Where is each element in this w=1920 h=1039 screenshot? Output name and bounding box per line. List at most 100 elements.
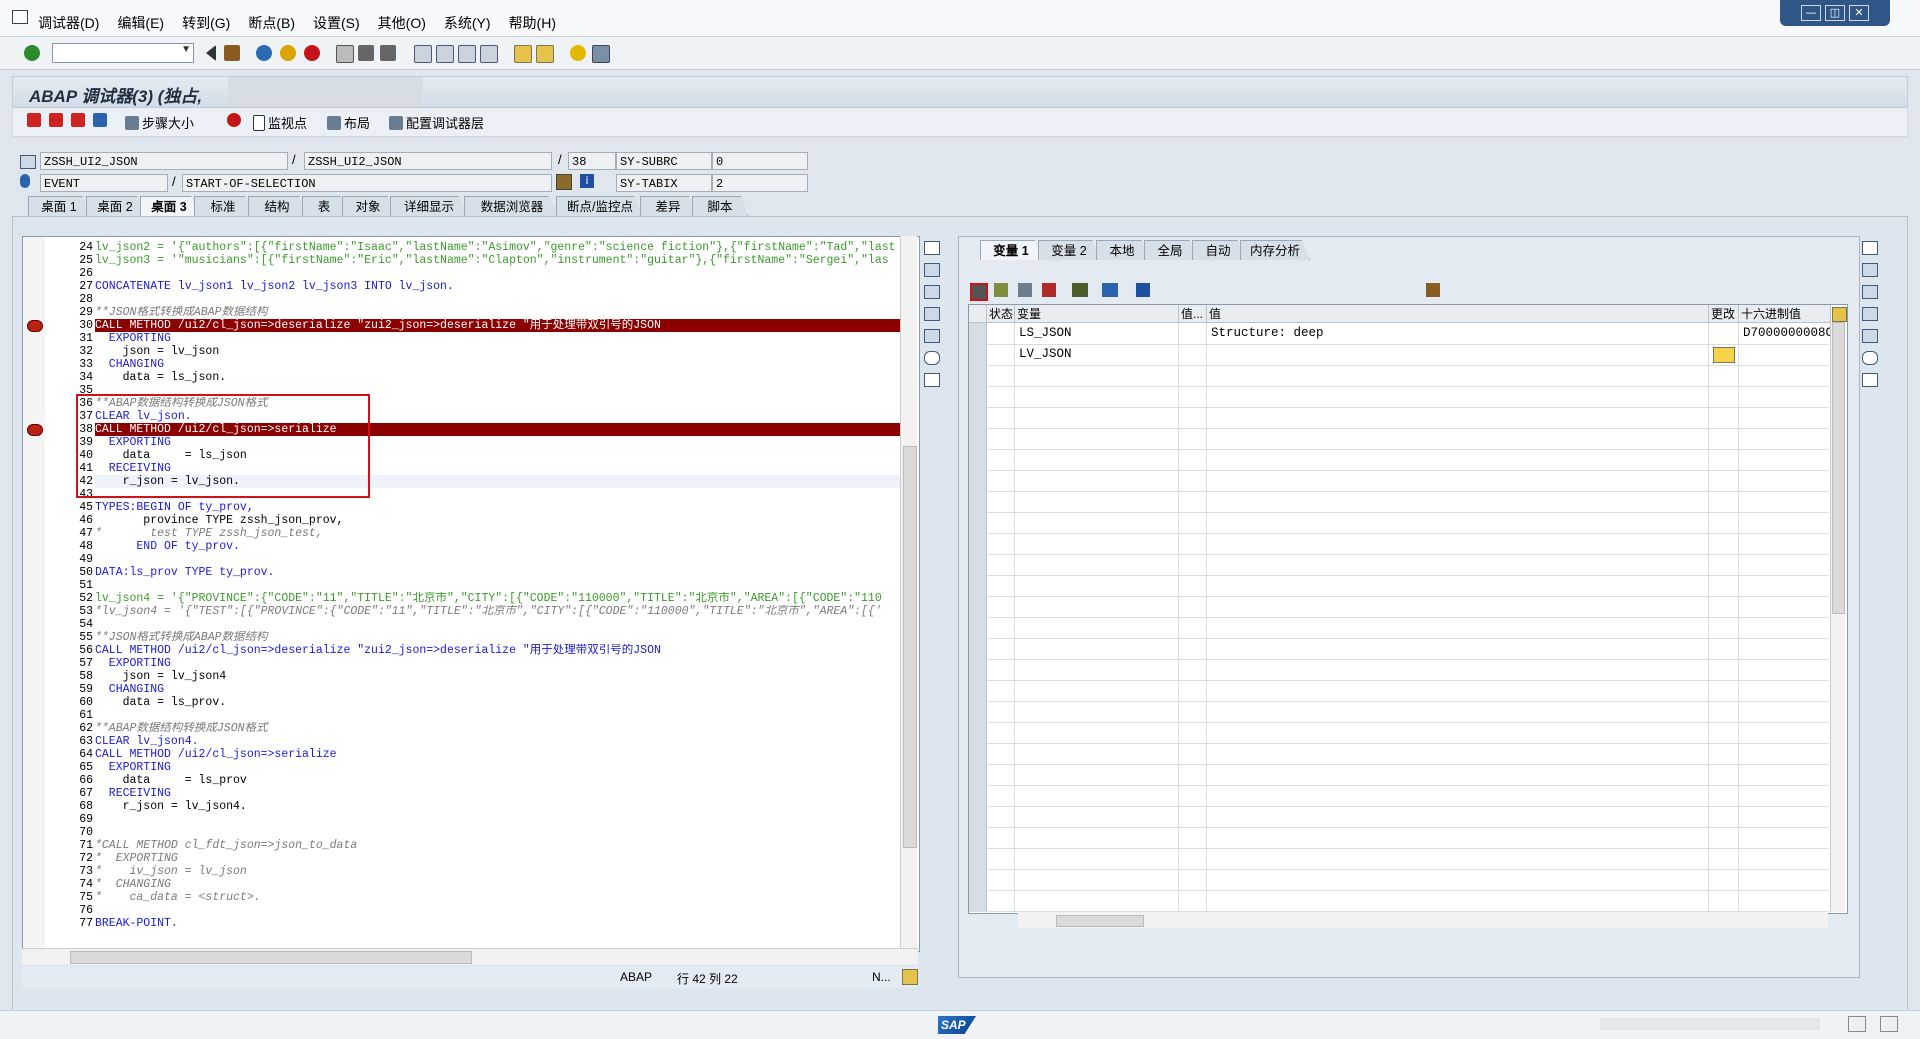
grid-row[interactable]	[969, 659, 1829, 681]
tab-variables[interactable]: 变量 1	[980, 240, 1042, 260]
grid-row[interactable]	[969, 764, 1829, 786]
code-line[interactable]: **JSON格式转换成ABAP数据结构	[95, 631, 909, 644]
menu-item[interactable]: 转到(G)	[182, 13, 230, 33]
breakpoint-icon[interactable]	[27, 320, 43, 332]
editor-horizontal-scrollbar[interactable]	[22, 948, 918, 965]
maximize-tool-icon[interactable]	[1862, 307, 1878, 321]
step-size-button[interactable]: 步骤大小	[125, 113, 194, 132]
back-icon[interactable]	[256, 45, 272, 61]
row-selector[interactable]	[969, 659, 987, 680]
menu-item[interactable]: 调试器(D)	[38, 13, 99, 33]
navigate-icon[interactable]	[1102, 283, 1118, 297]
execute-button[interactable]	[49, 113, 63, 127]
row-selector[interactable]	[969, 491, 987, 512]
grid-row[interactable]	[969, 869, 1829, 891]
code-line[interactable]: * ca_data = <struct>.	[95, 891, 909, 904]
grid-row[interactable]	[969, 701, 1829, 723]
single-step-button[interactable]	[27, 113, 41, 127]
editor-settings-icon[interactable]	[902, 969, 918, 985]
code-line[interactable]: CLEAR lv_json4.	[95, 735, 909, 748]
grid-row[interactable]	[969, 407, 1829, 429]
info-icon[interactable]: i	[580, 174, 594, 188]
code-line[interactable]: *CALL METHOD cl_fdt_json=>json_to_data	[95, 839, 909, 852]
tab-desktop[interactable]: 对象	[342, 196, 394, 216]
tab-variables[interactable]: 本地	[1096, 240, 1148, 260]
minimize-icon[interactable]: —	[1801, 5, 1821, 21]
tab-desktop[interactable]: 结构	[248, 196, 306, 216]
row-selector[interactable]	[969, 743, 987, 764]
grid-row[interactable]	[969, 785, 1829, 807]
previous-page-icon[interactable]	[436, 45, 454, 63]
delete-icon[interactable]	[970, 283, 988, 301]
row-selector[interactable]	[969, 764, 987, 785]
grid-row[interactable]	[969, 617, 1829, 639]
tab-desktop[interactable]: 差异	[640, 196, 696, 216]
menu-item[interactable]: 断点(B)	[248, 13, 295, 33]
grid-row[interactable]	[969, 743, 1829, 765]
hex-column-header[interactable]: 十六进制值	[1739, 305, 1831, 323]
code-line[interactable]: json = lv_json4	[95, 670, 909, 683]
code-line[interactable]: **JSON格式转换成ABAP数据结构	[95, 306, 909, 319]
grid-row[interactable]	[969, 449, 1829, 471]
tab-desktop[interactable]: 数据浏览器	[464, 196, 560, 216]
find-next-icon[interactable]	[380, 45, 396, 61]
tool-settings-icon[interactable]	[1862, 373, 1878, 387]
configure-debugger-layer-button[interactable]: 配置调试器层	[389, 113, 484, 132]
row-selector[interactable]	[969, 365, 987, 386]
source-navigation-icon[interactable]	[556, 174, 572, 190]
stop-button[interactable]	[227, 113, 241, 127]
status-column-header[interactable]: 状态	[987, 305, 1015, 323]
grid-row[interactable]	[969, 470, 1829, 492]
first-page-icon[interactable]	[414, 45, 432, 63]
grid-row[interactable]	[969, 890, 1829, 912]
tab-desktop[interactable]: 桌面 3	[140, 196, 198, 216]
command-field[interactable]: ▼	[52, 43, 194, 63]
code-line[interactable]: **ABAP数据结构转换成JSON格式	[95, 722, 909, 735]
code-line[interactable]: CALL METHOD /ui2/cl_json=>deserialize "z…	[95, 644, 909, 657]
grid-hscroll-thumb[interactable]	[1056, 915, 1144, 927]
grid-row[interactable]	[969, 722, 1829, 744]
variables-grid[interactable]: 状态 变量 值... 值 更改 十六进制值 LS_JSON Structure: …	[968, 304, 1848, 914]
row-selector[interactable]	[969, 407, 987, 428]
value-trunc-column-header[interactable]: 值...	[1179, 305, 1207, 323]
code-line[interactable]	[95, 826, 909, 839]
code-line[interactable]	[95, 267, 909, 280]
new-tool-icon[interactable]	[1862, 263, 1878, 277]
grid-row[interactable]	[969, 554, 1829, 576]
print-icon[interactable]	[336, 45, 354, 63]
code-line[interactable]	[95, 813, 909, 826]
menu-item[interactable]: 帮助(H)	[509, 13, 556, 33]
row-selector[interactable]	[969, 575, 987, 596]
code-line[interactable]: CHANGING	[95, 683, 909, 696]
app-menu-icon[interactable]	[12, 10, 28, 24]
breakpoint-gutter[interactable]	[23, 237, 46, 951]
row-selector[interactable]	[969, 554, 987, 575]
detail-icon[interactable]	[994, 283, 1008, 297]
tab-desktop[interactable]: 桌面 1	[28, 196, 90, 216]
row-selector[interactable]	[969, 428, 987, 449]
close-icon[interactable]: ✕	[1849, 5, 1869, 21]
grid-row[interactable]	[969, 533, 1829, 555]
grid-row[interactable]	[969, 386, 1829, 408]
row-selector[interactable]	[969, 470, 987, 491]
menu-item[interactable]: 设置(S)	[313, 13, 360, 33]
tab-variables[interactable]: 全局	[1144, 240, 1196, 260]
code-line[interactable]: province TYPE zssh_json_prov,	[95, 514, 909, 527]
enter-check-icon[interactable]	[24, 45, 40, 61]
grid-row[interactable]: LS_JSON Structure: deep D7000000008C	[969, 323, 1833, 345]
code-line[interactable]: lv_json2 = '{"authors":[{"firstName":"Is…	[95, 241, 909, 254]
maximize-tool-icon[interactable]	[924, 307, 940, 321]
row-selector[interactable]	[969, 449, 987, 470]
grid-row[interactable]	[969, 827, 1829, 849]
row-selector[interactable]	[969, 806, 987, 827]
row-selector[interactable]	[969, 869, 987, 890]
grid-row[interactable]	[969, 638, 1829, 660]
tab-variables[interactable]: 自动	[1192, 240, 1244, 260]
customize-layout-icon[interactable]	[592, 45, 610, 63]
watchpoint-button[interactable]: 监视点	[253, 113, 307, 132]
swap-tool-icon[interactable]	[1862, 329, 1878, 343]
save-variables-icon[interactable]	[1426, 283, 1440, 297]
row-selector[interactable]	[969, 638, 987, 659]
tab-desktop[interactable]: 脚本	[692, 196, 748, 216]
grid-row[interactable]	[969, 806, 1829, 828]
